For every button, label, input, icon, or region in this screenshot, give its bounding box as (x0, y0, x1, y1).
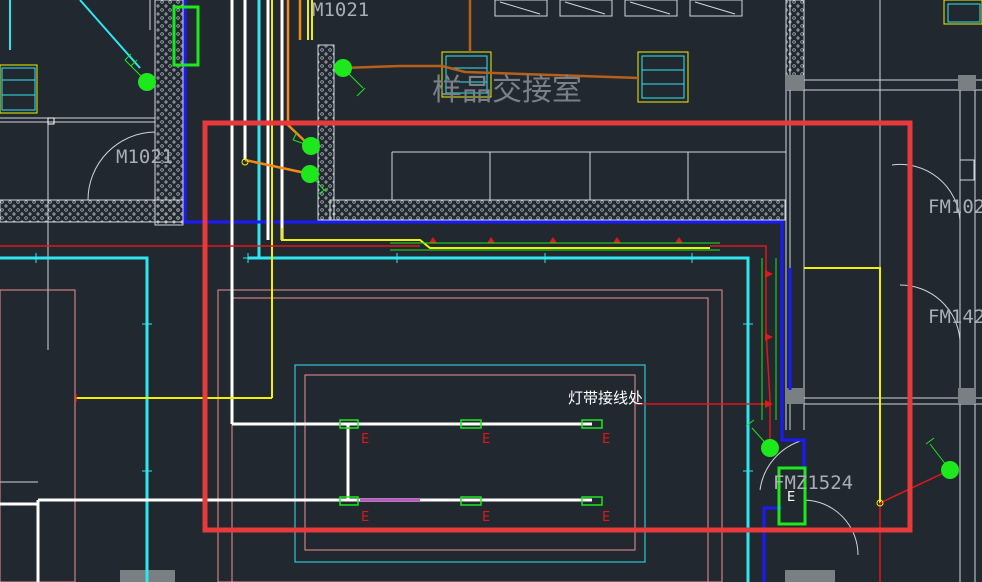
wall-left-horizontal (0, 199, 186, 223)
wall-center-horizontal (329, 199, 786, 221)
panel-mark: E (787, 490, 795, 505)
emergency-mark: E (361, 432, 369, 447)
wall-top-left-column (154, 0, 184, 226)
column-blocks (120, 75, 976, 582)
emergency-mark: E (361, 510, 369, 525)
cad-floor-plan: 样品交接室 M1021 M1021 FM1021 FM1421 FMZ1524 … (0, 0, 982, 582)
emergency-mark: E (482, 510, 490, 525)
light-strip-junction-label: 灯带接线处 (568, 389, 643, 407)
blue-circuit (183, 0, 806, 470)
room-label: 样品交接室 (432, 73, 582, 108)
cyan-circuits (0, 0, 750, 582)
door-label-bottom: FMZ1524 (773, 472, 853, 494)
walls (0, 0, 805, 226)
door-label-left: M1021 (116, 146, 173, 168)
emergency-mark: E (482, 432, 490, 447)
red-fixtures (429, 237, 773, 408)
emergency-mark: E (602, 510, 610, 525)
emergency-mark: E (602, 432, 610, 447)
door-label-right-lower: FM1421 (928, 306, 982, 328)
door-label-right-upper: FM1021 (928, 196, 982, 218)
wall-center-column (317, 44, 335, 221)
door-label-top: M1021 (312, 0, 369, 21)
emergency-marks: E E E E E E (361, 432, 610, 525)
